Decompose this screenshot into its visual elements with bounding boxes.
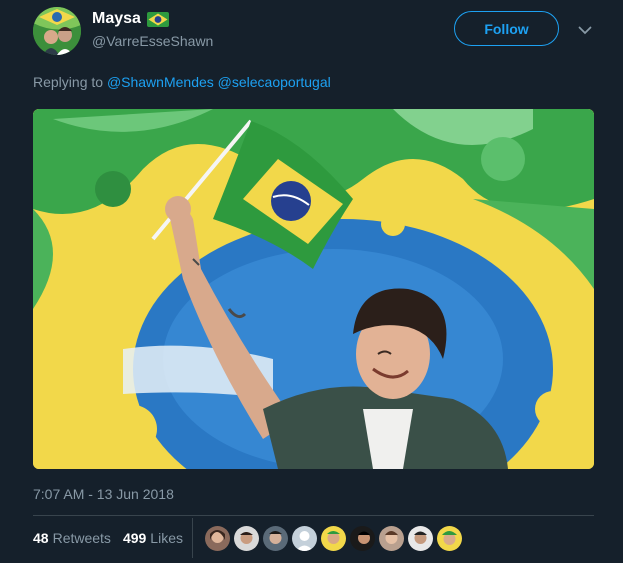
likers-avatars — [205, 526, 462, 551]
divider — [33, 515, 594, 516]
replying-to: Replying to @ShawnMendes @selecaoportuga… — [33, 74, 331, 90]
likes-stat[interactable]: 499 Likes — [123, 530, 183, 546]
liker-avatar-default[interactable] — [292, 526, 317, 551]
retweets-label: Retweets — [52, 530, 111, 546]
replying-to-prefix: Replying to — [33, 74, 104, 90]
liker-avatar[interactable] — [263, 526, 288, 551]
liker-avatar[interactable] — [321, 526, 346, 551]
liker-avatar[interactable] — [437, 526, 462, 551]
mention-link[interactable]: @ShawnMendes — [107, 74, 214, 90]
retweets-stat[interactable]: 48 Retweets — [33, 530, 111, 546]
brazil-flag-emoji-icon — [146, 11, 169, 27]
display-name[interactable]: Maysa — [92, 10, 141, 28]
likes-label: Likes — [150, 530, 183, 546]
liker-avatar[interactable] — [379, 526, 404, 551]
tweet-timestamp[interactable]: 7:07 AM - 13 Jun 2018 — [33, 486, 174, 502]
user-handle[interactable]: @VarreEsseShawn — [92, 33, 213, 49]
liker-avatar[interactable] — [408, 526, 433, 551]
tweet-photo[interactable] — [33, 109, 594, 469]
user-avatar[interactable] — [33, 7, 81, 55]
liker-avatar[interactable] — [205, 526, 230, 551]
liker-avatar[interactable] — [350, 526, 375, 551]
photo-shawn-brazil-flag-icon — [33, 109, 594, 469]
liker-avatar[interactable] — [234, 526, 259, 551]
stats-separator — [192, 518, 193, 558]
likes-count: 499 — [122, 530, 147, 546]
retweets-count: 48 — [33, 530, 49, 546]
engagement-stats: 48 Retweets 499 Likes — [33, 530, 195, 546]
follow-button[interactable]: Follow — [454, 11, 559, 46]
mention-link[interactable]: @selecaoportugal — [218, 74, 331, 90]
chevron-down-icon[interactable] — [575, 20, 595, 40]
tweet: Maysa @VarreEsseShawn Follow Replying to… — [0, 0, 623, 563]
name-row: Maysa — [92, 10, 169, 28]
